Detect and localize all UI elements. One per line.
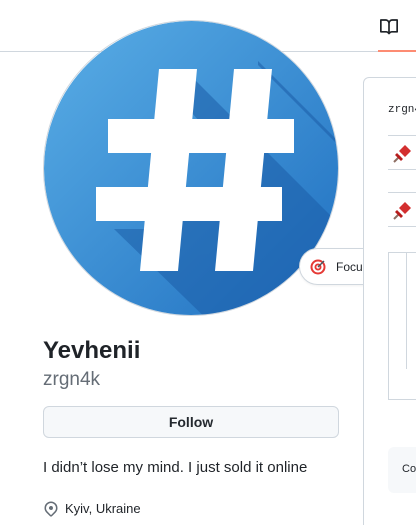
avatar[interactable] <box>43 20 339 316</box>
profile-full-name: Yevhenii <box>43 337 141 364</box>
hashtag-icon <box>44 21 338 315</box>
dart-target-icon <box>310 259 326 275</box>
profile-login: zrgn4k <box>43 369 101 390</box>
profile-page: Focusing Yevhenii zrgn4k Follow I didn’t… <box>0 0 416 525</box>
contribution-card-label: Co <box>402 463 416 475</box>
profile-location-text: Kyiv, Ukraine <box>65 501 141 516</box>
pinned-item[interactable] <box>388 192 416 226</box>
contribution-card[interactable]: Co <box>388 447 416 493</box>
contribution-panel <box>388 252 416 400</box>
book-icon <box>380 19 398 35</box>
location-pin-icon <box>44 501 58 517</box>
readme-title: zrgn4 <box>388 104 416 116</box>
follow-button[interactable]: Follow <box>43 406 339 438</box>
divider <box>388 169 416 170</box>
pushpin-icon <box>393 202 411 220</box>
divider <box>388 226 416 227</box>
tab-overview[interactable] <box>378 14 416 52</box>
pinned-item[interactable] <box>388 135 416 169</box>
pushpin-icon <box>393 145 411 163</box>
profile-bio: I didn’t lose my mind. I just sold it on… <box>43 459 308 476</box>
contribution-scrollbar[interactable] <box>397 253 407 369</box>
